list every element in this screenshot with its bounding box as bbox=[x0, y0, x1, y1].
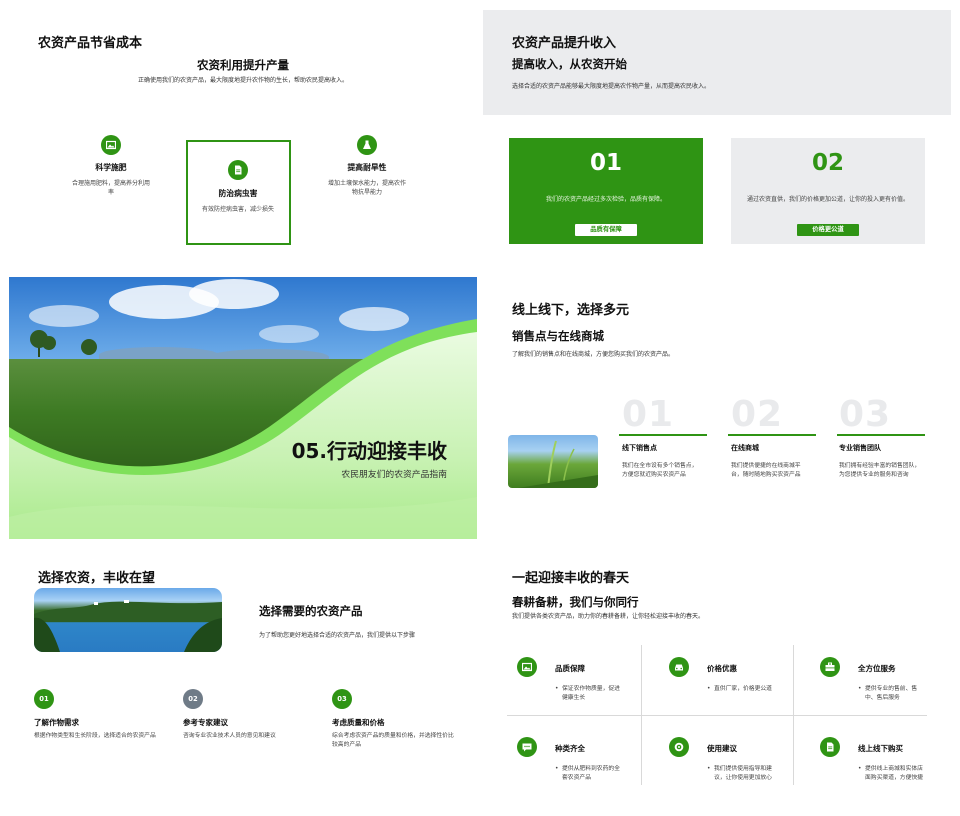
image-icon bbox=[101, 135, 121, 155]
car-icon bbox=[669, 657, 689, 677]
feature-desc: 提供从肥料到农药的全套农资产品 bbox=[555, 765, 623, 783]
feature-heading: 品质保障 bbox=[555, 664, 585, 673]
step-desc: 咨询专业农业技术人员的意见和建议 bbox=[183, 733, 276, 739]
feature-desc: 提供线上商城和实体店面购买渠道，方便快捷 bbox=[858, 765, 926, 783]
divider bbox=[728, 434, 816, 436]
item-heading: 在线商城 bbox=[731, 444, 759, 452]
card-number: 01 bbox=[589, 150, 622, 176]
slide-title: 农资产品节省成本 bbox=[38, 36, 143, 51]
feature-heading: 提高耐旱性 bbox=[347, 163, 387, 172]
divider bbox=[619, 434, 707, 436]
grid-divider bbox=[507, 715, 927, 716]
card-number: 02 bbox=[811, 150, 844, 176]
step-desc: 综合考虑农资产品的质量和价格，并选择性价比较高的产品 bbox=[332, 733, 454, 748]
target-icon bbox=[669, 737, 689, 757]
slide-subtitle: 春耕备耕，我们与你同行 bbox=[512, 595, 639, 609]
feature-desc: 提供专业的售前、售中、售后服务 bbox=[858, 685, 926, 703]
feature-desc: 增加土壤保水能力，提高农作物抗旱能力 bbox=[327, 180, 406, 196]
feature-desc: 合理施用肥料，提高养分利用率 bbox=[71, 180, 150, 196]
flask-icon bbox=[357, 135, 377, 155]
step-heading: 参考专家建议 bbox=[183, 718, 228, 727]
slide-save-cost[interactable]: 农资产品节省成本 农资利用提升产量 正确使用我们的农资产品，最大限度地提升农作物… bbox=[9, 10, 477, 272]
document-icon bbox=[820, 737, 840, 757]
card-pill: 品质有保障 bbox=[575, 224, 637, 236]
step-number: 02 bbox=[183, 689, 203, 709]
slide-subtitle: 农资利用提升产量 bbox=[197, 58, 289, 72]
feature-heading: 线上线下购买 bbox=[858, 744, 903, 753]
card-pill: 价格更公道 bbox=[797, 224, 859, 236]
feature-heading: 防治病虫害 bbox=[218, 189, 258, 198]
chat-icon bbox=[517, 737, 537, 757]
feature-heading: 使用建议 bbox=[707, 744, 737, 753]
step-heading: 考虑质量和价格 bbox=[332, 718, 385, 727]
feature-heading: 全方位服务 bbox=[858, 664, 896, 673]
feature-desc: 直供厂家，价格更公道 bbox=[707, 685, 775, 694]
section-subheading: 农民朋友们的农资产品指南 bbox=[341, 470, 447, 480]
card-price: 02 通过农资直供，我们的价格更加公道，让你的投入更有价值。 价格更公道 bbox=[731, 138, 925, 244]
feature-heading: 价格优惠 bbox=[707, 664, 737, 673]
slide-subtitle: 提高收入，从农资开始 bbox=[512, 57, 627, 71]
item-desc: 我们拥有经验丰富的销售团队，为您提供专业的服务和咨询 bbox=[839, 463, 921, 478]
slide-section-cover[interactable]: 05.行动迎接丰收 农民朋友们的农资产品指南 bbox=[9, 277, 477, 539]
slide-intro: 选择合适的农资产品能够最大限度地提高农作物产量，从而提高农民收入。 bbox=[512, 83, 711, 90]
document-icon bbox=[228, 160, 248, 180]
feature-heading: 种类齐全 bbox=[555, 744, 585, 753]
lake-photo bbox=[34, 588, 222, 652]
slide-title: 线上线下，选择多元 bbox=[512, 303, 630, 318]
step-heading: 了解作物需求 bbox=[34, 718, 79, 727]
feature-pest-control: 防治病虫害 有效防控病虫害，减少损失 bbox=[198, 160, 278, 214]
feature-drought: 提高耐旱性 增加土壤保水能力，提高农作物抗旱能力 bbox=[327, 135, 407, 197]
section-heading: 05.行动迎接丰收 bbox=[291, 439, 447, 463]
item-number: 02 bbox=[731, 394, 784, 435]
divider bbox=[837, 434, 925, 436]
feature-desc: 有效防控病虫害，减少损失 bbox=[201, 206, 274, 213]
item-desc: 我们在全市设有多个销售点，方便您就近购买农资产品 bbox=[622, 463, 698, 478]
feature-fertilize: 科学施肥 合理施用肥料，提高养分利用率 bbox=[71, 135, 151, 197]
slide-intro: 正确使用我们的农资产品，最大限度地提升农作物的生长，帮助农民提高收入。 bbox=[137, 77, 348, 84]
item-number: 01 bbox=[622, 394, 675, 435]
item-number: 03 bbox=[839, 394, 892, 435]
step-desc: 根据作物类型和生长阶段，选择适合的农资产品 bbox=[34, 733, 156, 739]
slide-intro: 了解我们的销售点和在线商城，方便您购买我们的农资产品。 bbox=[512, 351, 675, 358]
green-wave-overlay bbox=[9, 319, 477, 539]
slide-raise-income[interactable]: 农资产品提升收入 提高收入，从农资开始 选择合适的农资产品能够最大限度地提高农作… bbox=[483, 10, 951, 272]
slide-channels[interactable]: 线上线下，选择多元 销售点与在线商城 了解我们的销售点和在线商城，方便您购买我们… bbox=[483, 277, 951, 539]
wheat-photo bbox=[508, 435, 598, 488]
card-text: 我们的农资产品经过多次检验，品质有保障。 bbox=[545, 196, 666, 203]
step-number: 03 bbox=[332, 689, 352, 709]
slide-title: 一起迎接丰收的春天 bbox=[512, 571, 630, 586]
step-number: 01 bbox=[34, 689, 54, 709]
image-icon bbox=[517, 657, 537, 677]
feature-desc: 保证农作物质量，促进健康生长 bbox=[555, 685, 623, 703]
toolbox-icon bbox=[820, 657, 840, 677]
slide-subtitle: 选择需要的农资产品 bbox=[259, 604, 363, 618]
card-quality: 01 我们的农资产品经过多次检验，品质有保障。 品质有保障 bbox=[509, 138, 703, 244]
slide-choose-products[interactable]: 选择农资，丰收在望 选择需要的农资产品 为了帮助您更好地选择合适的农资产品，我们… bbox=[9, 545, 477, 807]
item-heading: 专业销售团队 bbox=[839, 444, 881, 452]
feature-desc: 我们提供使用指导和建议，让你使用更加放心 bbox=[707, 765, 775, 783]
slide-spring-harvest[interactable]: 一起迎接丰收的春天 春耕备耕，我们与你同行 我们提供各类农资产品，助力你的春耕备… bbox=[483, 545, 951, 807]
slide-subtitle: 销售点与在线商城 bbox=[512, 329, 604, 343]
slide-intro: 为了帮助您更好地选择合适的农资产品，我们提供以下步骤 bbox=[259, 632, 416, 639]
slide-title: 农资产品提升收入 bbox=[512, 36, 617, 51]
slide-title: 选择农资，丰收在望 bbox=[38, 571, 156, 586]
slide-intro: 我们提供各类农资产品，助力你的春耕备耕，让你轻松迎接丰收的春天。 bbox=[512, 613, 705, 620]
item-heading: 线下销售点 bbox=[622, 444, 657, 452]
item-desc: 我们提供便捷的在线商城平台，随时随地购买农资产品 bbox=[731, 463, 801, 478]
card-text: 通过农资直供，我们的价格更加公道，让你的投入更有价值。 bbox=[746, 196, 909, 203]
feature-heading: 科学施肥 bbox=[95, 163, 127, 172]
